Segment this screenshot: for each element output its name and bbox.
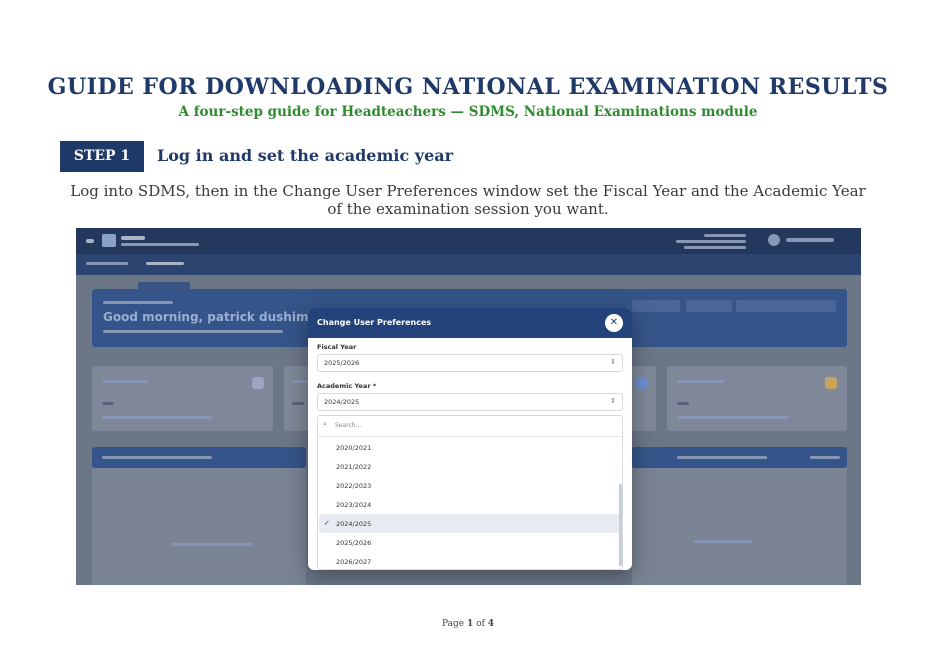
welcome-caption-blur (103, 330, 283, 333)
page-footer: Page 1 of 4 (0, 619, 936, 629)
user-name-blur (786, 238, 834, 242)
dropdown-search-input[interactable]: Search... (335, 422, 361, 429)
stat-card (667, 366, 847, 431)
page-current: 1 (466, 619, 474, 629)
stat-card (92, 366, 273, 431)
fiscal-year-value: 2025/2026 (324, 359, 360, 367)
stat-card-icon (825, 377, 837, 389)
banner-button-blur-2 (686, 300, 732, 312)
user-info-blur-2 (676, 240, 746, 243)
option-label: 2022/2023 (336, 482, 372, 490)
step-instruction: Log into SDMS, then in the Change User P… (70, 182, 866, 218)
page-prefix: Page (441, 619, 465, 629)
app-name-blur (121, 236, 145, 240)
academic-year-label: Academic Year * (317, 382, 377, 390)
stat-card-label-blur (677, 380, 725, 383)
document-title: GUIDE FOR DOWNLOADING NATIONAL EXAMINATI… (47, 74, 889, 100)
dropdown-divider (318, 436, 622, 437)
option-2023-2024[interactable]: 2023/2024 (319, 495, 620, 514)
academic-year-select[interactable]: 2024/2025 ⇕ (317, 393, 623, 411)
modal-title: Change User Preferences (317, 318, 432, 327)
banner-button-blur (632, 300, 680, 312)
app-top-bar (76, 228, 861, 254)
page-total: 4 (487, 619, 494, 629)
panel-body-right (632, 468, 847, 585)
panel-header-right (632, 447, 847, 468)
option-2021-2022[interactable]: 2021/2022 (319, 457, 620, 476)
option-label: 2025/2026 (336, 539, 372, 547)
chevron-updown-icon: ⇕ (610, 397, 616, 405)
option-label: 2024/2025 (336, 520, 372, 528)
fiscal-year-select[interactable]: 2025/2026 ⇕ (317, 354, 623, 372)
option-label: 2026/2027 (336, 558, 372, 566)
avatar (768, 234, 780, 246)
app-logo (102, 234, 116, 247)
menu-icon (86, 239, 94, 243)
panel-title-blur (677, 456, 767, 459)
tab-active-label-blur (146, 262, 184, 265)
option-2026-2027[interactable]: 2026/2027 (319, 552, 620, 570)
step-title: Log in and set the academic year (157, 146, 454, 165)
close-icon: ✕ (609, 317, 619, 328)
fiscal-year-label: Fiscal Year (317, 343, 357, 351)
stat-card-value-blur (677, 402, 689, 405)
stat-card-value-blur (102, 402, 114, 405)
modal-header: Change User Preferences ✕ (308, 308, 632, 338)
user-info-blur-3 (684, 246, 746, 249)
close-button[interactable]: ✕ (605, 314, 623, 332)
document-subtitle: A four-step guide for Headteachers — SDM… (178, 104, 758, 120)
academic-year-value: 2024/2025 (324, 398, 360, 406)
stat-card-icon (636, 377, 648, 389)
panel-body-left (92, 468, 306, 585)
academic-year-dropdown: ⌕ Search... 2020/2021 2021/2022 2022/202… (317, 415, 623, 570)
search-icon: ⌕ (323, 420, 327, 428)
option-2024-2025[interactable]: ✓ 2024/2025 (319, 514, 620, 533)
stat-card-icon (252, 377, 264, 389)
stat-card (628, 366, 656, 431)
stat-card-caption-blur (677, 416, 789, 419)
stat-card-value-blur (292, 402, 304, 405)
chevron-updown-icon: ⇕ (610, 358, 616, 366)
option-label: 2023/2024 (336, 501, 372, 509)
panel-title-blur (102, 456, 212, 459)
option-2022-2023[interactable]: 2022/2023 (319, 476, 620, 495)
option-2020-2021[interactable]: 2020/2021 (319, 438, 620, 457)
panel-header-left (92, 447, 306, 468)
option-label: 2021/2022 (336, 463, 372, 471)
step-badge: STEP 1 (60, 141, 144, 172)
page-separator: of (476, 619, 485, 629)
option-label: 2020/2021 (336, 444, 372, 452)
user-info-blur (704, 234, 746, 237)
stat-card-caption-blur (102, 416, 212, 419)
app-screenshot: Good morning, patrick dushimimana Change… (76, 228, 861, 585)
panel-action-blur (810, 456, 840, 459)
tab-dashboard-blur (86, 262, 128, 265)
change-user-preferences-modal: Change User Preferences ✕ Fiscal Year 20… (308, 308, 632, 570)
stat-card-label-blur (102, 380, 148, 383)
app-tab-bar (76, 254, 861, 301)
check-icon: ✓ (324, 519, 330, 527)
banner-button-blur-3 (736, 300, 836, 312)
app-tagline-blur (121, 243, 199, 246)
option-2025-2026[interactable]: 2025/2026 (319, 533, 620, 552)
welcome-date-blur (103, 301, 173, 304)
dropdown-scrollbar[interactable] (619, 484, 622, 566)
panel-empty-blur (694, 540, 752, 543)
panel-empty-blur (172, 543, 252, 546)
